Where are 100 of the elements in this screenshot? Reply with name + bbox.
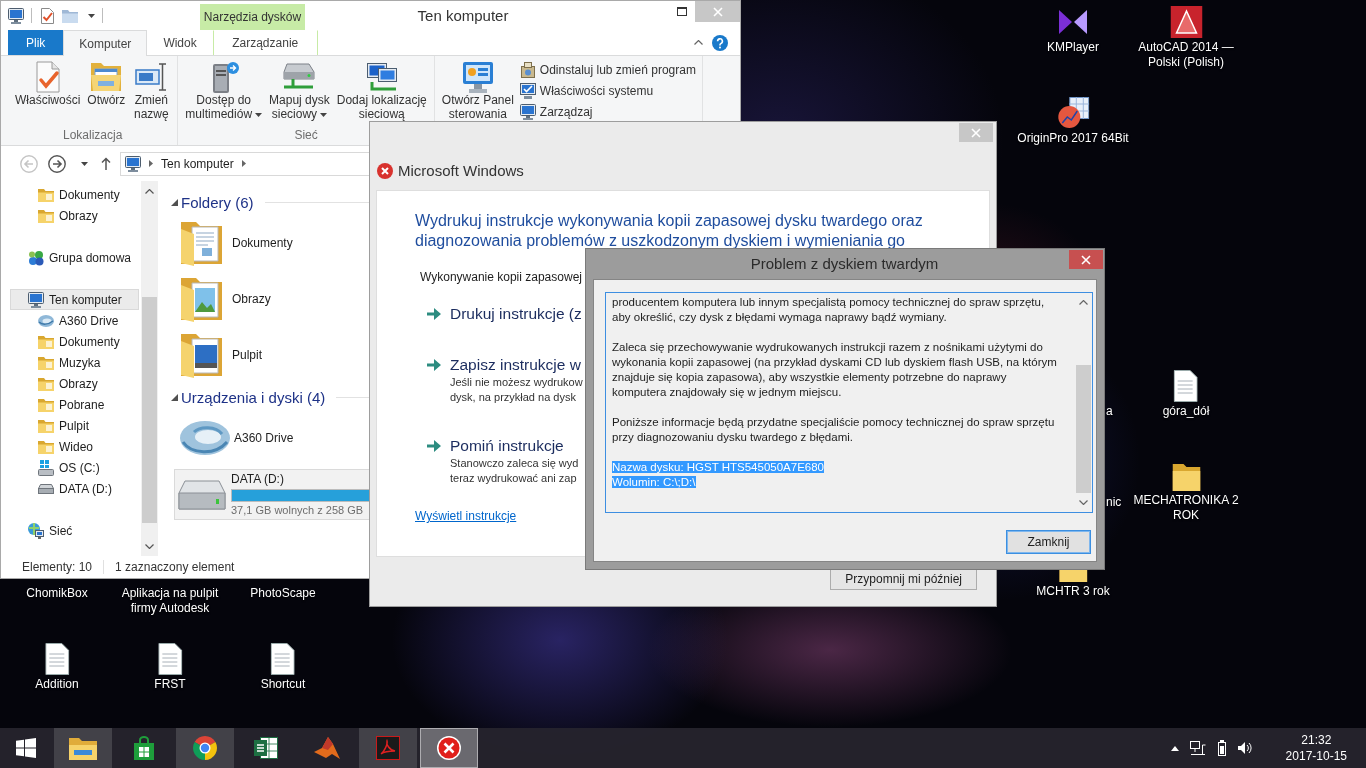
drive-icon	[178, 479, 226, 510]
up-triangle-icon[interactable]	[1170, 745, 1179, 751]
selection-count: 1 zaznaczony element	[115, 560, 235, 574]
nav-item[interactable]: Obrazy	[10, 373, 139, 394]
item-count: Elementy: 10	[22, 560, 93, 574]
triangle-tile-icon	[1170, 6, 1202, 38]
folder-item[interactable]: Pulpit	[161, 327, 278, 383]
battery-icon[interactable]	[1216, 740, 1227, 756]
nav-item[interactable]: Sieć	[10, 520, 139, 541]
shopping-bag-icon	[132, 736, 156, 760]
details-paragraph: producentem komputera lub innym specjalistą pomocy technicznej do spraw sprzętu, aby określić, czy dysk z błędami wymaga naprawy bądź wymiany.	[612, 295, 1046, 325]
chevron-up-icon	[694, 40, 703, 45]
chevron-up-icon	[1079, 300, 1088, 306]
nav-item[interactable]: Pobrane	[10, 394, 139, 415]
maximize-icon	[677, 7, 687, 16]
nav-item[interactable]: Grupa domowa	[10, 247, 139, 268]
folder-icon	[69, 736, 97, 760]
chevron-right-icon	[241, 160, 246, 167]
nav-item[interactable]: Obrazy	[10, 205, 139, 226]
nav-item[interactable]: Wideo	[10, 436, 139, 457]
close-dialog-button[interactable]: Zamknij	[1006, 530, 1091, 554]
windows-logo-icon	[15, 738, 36, 758]
chart-icon	[1057, 97, 1089, 129]
folder-icon	[38, 439, 54, 454]
error-icon	[437, 736, 461, 760]
ribbon-button[interactable]: Właściwości	[12, 61, 84, 107]
desktop-shortcut[interactable]: ChomikBox	[26, 586, 88, 601]
details-text-box[interactable]	[605, 292, 1093, 513]
ribbon-tab[interactable]: Widok	[147, 30, 213, 55]
taskbar-button[interactable]	[54, 728, 112, 768]
peak-icon	[314, 737, 340, 759]
desktop-shortcut[interactable]: Shortcut	[260, 643, 306, 692]
ribbon-button[interactable]: Dodaj lokalizację sieciową	[333, 61, 430, 121]
ribbon-tab[interactable]: Plik	[8, 30, 64, 55]
up-arrow-icon[interactable]	[101, 157, 111, 170]
nav-item[interactable]: Muzyka	[10, 352, 139, 373]
tricolor-circle-icon	[193, 736, 217, 760]
close-icon	[712, 6, 723, 17]
desktop-shortcut[interactable]: MECHATRONIKA 2 ROK	[1125, 461, 1247, 523]
computer-icon	[28, 291, 44, 308]
curve-tile-icon	[376, 736, 400, 760]
folder-item[interactable]: Obrazy	[161, 271, 286, 327]
ribbon-button[interactable]: Odinstaluj lub zmień program	[517, 59, 698, 80]
drive-item[interactable]: A360 Drive	[161, 410, 309, 466]
triangle-icon[interactable]	[171, 198, 178, 206]
folder-item[interactable]: Dokumenty	[161, 215, 308, 271]
folder-icon	[38, 355, 54, 370]
close-button[interactable]	[1069, 250, 1103, 269]
taskbar-button[interactable]	[176, 728, 234, 768]
desktop-shortcut[interactable]: Addition	[35, 643, 79, 692]
nav-item[interactable]: Dokumenty	[10, 184, 139, 205]
nav-item[interactable]: Dokumenty	[10, 331, 139, 352]
arrow-icon	[427, 440, 441, 452]
ribbon-button[interactable]: Otwórz	[84, 61, 129, 107]
help-icon[interactable]	[712, 34, 728, 51]
address-crumb[interactable]: Ten komputer	[161, 156, 234, 171]
group-heading: Urządzenia i dyski (4)	[181, 388, 326, 406]
scrollbar-thumb[interactable]	[142, 297, 157, 523]
ring-icon	[38, 314, 54, 327]
desktop-shortcut[interactable]: góra_dół	[1162, 370, 1210, 419]
desktop-shortcut[interactable]: OriginPro 2017 64Bit	[1017, 97, 1129, 146]
nav-item[interactable]: DATA (D:)	[10, 478, 139, 499]
intro-text: Wykonywanie kopii zapasowej	[419, 270, 583, 285]
network-icon[interactable]	[1189, 741, 1206, 755]
desktop-shortcut[interactable]: Aplikacja na pulpit firmy Autodesk	[109, 586, 231, 616]
windows-drive-icon	[38, 459, 54, 476]
computer-icon[interactable]	[8, 7, 24, 24]
desktop-shortcut[interactable]: KMPlayer	[1047, 6, 1099, 55]
desktop-shortcut[interactable]: FRST	[154, 643, 186, 692]
command-link[interactable]: Pomiń instrukcje	[450, 436, 579, 456]
desktop-shortcut[interactable]: nic	[1106, 495, 1122, 510]
text-file-icon	[271, 643, 295, 675]
command-link[interactable]: Zapisz instrukcje w	[450, 355, 583, 375]
nav-item[interactable]: OS (C:)	[10, 457, 139, 478]
vertical-scrollbar[interactable]	[141, 181, 158, 556]
ribbon-button[interactable]: Dostęp do multimediów	[182, 61, 266, 121]
desktop-shortcut[interactable]: AutoCAD 2014 — Polski (Polish)	[1125, 6, 1247, 70]
colored-balls-icon	[28, 249, 44, 266]
folder-icon	[38, 187, 54, 202]
folder-icon	[38, 376, 54, 391]
triangle-icon[interactable]	[171, 393, 178, 401]
scrollbar-thumb[interactable]	[1076, 364, 1091, 493]
package-icon	[519, 61, 536, 78]
monitor-check-icon	[519, 82, 536, 99]
document-check-icon[interactable]	[39, 7, 55, 24]
caret-icon[interactable]	[88, 13, 95, 18]
command-link[interactable]: Drukuj instrukcje (z	[450, 304, 582, 324]
ribbon-button[interactable]: Zmień nazwę	[129, 61, 174, 121]
nav-item[interactable]: Ten komputer	[10, 289, 139, 310]
ribbon-button[interactable]: Właściwości systemu	[517, 80, 698, 101]
ribbon-button[interactable]: Otwórz Panel sterowania	[438, 61, 517, 121]
speaker-icon[interactable]	[1237, 741, 1254, 755]
desktop-shortcut[interactable]: PhotoScape	[250, 586, 316, 601]
forward-icon[interactable]	[48, 154, 66, 173]
nav-item[interactable]: Pulpit	[10, 415, 139, 436]
ribbon-tab[interactable]: Komputer	[63, 30, 148, 56]
caret-icon[interactable]	[81, 161, 88, 166]
ribbon-button[interactable]: Mapuj dysk sieciowy	[266, 61, 333, 121]
nav-item[interactable]: A360 Drive	[10, 310, 139, 331]
desktop-shortcut[interactable]: a	[1106, 404, 1113, 419]
